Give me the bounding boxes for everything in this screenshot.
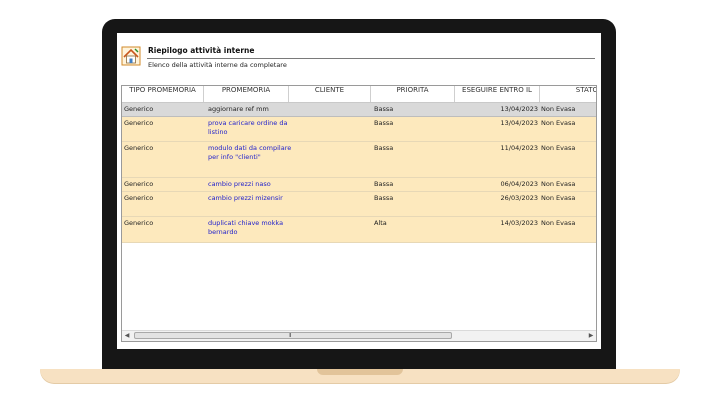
cell-tipo: Generico: [124, 180, 154, 188]
cell-eseguire-entro: 13/04/2023: [500, 105, 538, 113]
cell-stato: Non Evasa: [541, 180, 576, 188]
cell-promemoria: modulo dati da compilare per info "clien…: [208, 144, 292, 161]
cell-tipo: Generico: [124, 219, 154, 227]
cell-tipo: Generico: [124, 119, 154, 127]
cell-stato: Non Evasa: [541, 119, 576, 127]
cell-priorita: Bassa: [374, 194, 394, 202]
table-row[interactable]: Generico cambio prezzi naso Bassa 06/04/…: [122, 178, 596, 192]
horizontal-scrollbar[interactable]: ◀ III ▶: [122, 330, 596, 341]
reminders-table: TIPO PROMEMORIA PROMEMORIA CLIENTE PRIOR…: [121, 85, 597, 342]
cell-stato: Non Evasa: [541, 219, 576, 227]
cell-tipo: Generico: [124, 105, 154, 113]
cell-promemoria: aggiornare ref mm: [208, 105, 269, 113]
title-divider: [147, 58, 595, 59]
laptop-notch: [317, 369, 403, 375]
column-header-stato[interactable]: STATO: [540, 86, 596, 102]
table-row[interactable]: Generico cambio prezzi mizensir Bassa 26…: [122, 192, 596, 217]
cell-tipo: Generico: [124, 194, 154, 202]
cell-promemoria: cambio prezzi naso: [208, 180, 271, 188]
cell-promemoria: prova caricare ordine da listino: [208, 119, 288, 136]
column-header-eseguire-entro[interactable]: ESEGUIRE ENTRO IL: [455, 86, 540, 102]
column-header-tipo[interactable]: TIPO PROMEMORIA: [122, 86, 204, 102]
table-row[interactable]: Generico prova caricare ordine da listin…: [122, 117, 596, 142]
page-subtitle: Elenco della attività interne da complet…: [148, 61, 287, 69]
table-header: TIPO PROMEMORIA PROMEMORIA CLIENTE PRIOR…: [122, 86, 596, 103]
cell-eseguire-entro: 11/04/2023: [500, 144, 538, 152]
cell-priorita: Bassa: [374, 105, 394, 113]
cell-priorita: Bassa: [374, 180, 394, 188]
cell-priorita: Bassa: [374, 144, 394, 152]
scroll-grip-icon: III: [289, 333, 292, 339]
scroll-left-icon[interactable]: ◀: [122, 331, 132, 341]
cell-stato: Non Evasa: [541, 194, 576, 202]
scroll-thumb[interactable]: III: [134, 332, 452, 339]
cell-priorita: Alta: [374, 219, 387, 227]
reminder-house-icon: [121, 46, 141, 66]
cell-priorita: Bassa: [374, 119, 394, 127]
cell-eseguire-entro: 26/03/2023: [500, 194, 538, 202]
panel-header: Riepilogo attività interne Elenco della …: [117, 33, 601, 77]
table-row[interactable]: Generico modulo dati da compilare per in…: [122, 142, 596, 178]
table-row[interactable]: Generico duplicati chiave mokka bernardo…: [122, 217, 596, 243]
cell-tipo: Generico: [124, 144, 154, 152]
cell-promemoria: cambio prezzi mizensir: [208, 194, 283, 202]
cell-eseguire-entro: 13/04/2023: [500, 119, 538, 127]
cell-stato: Non Evasa: [541, 144, 576, 152]
column-header-priorita[interactable]: PRIORITA: [371, 86, 455, 102]
scroll-right-icon[interactable]: ▶: [586, 331, 596, 341]
cell-eseguire-entro: 14/03/2023: [500, 219, 538, 227]
cell-stato: Non Evasa: [541, 105, 576, 113]
table-row[interactable]: Generico aggiornare ref mm Bassa 13/04/2…: [122, 103, 596, 117]
cell-promemoria: duplicati chiave mokka bernardo: [208, 219, 284, 236]
cell-eseguire-entro: 06/04/2023: [500, 180, 538, 188]
page-title: Riepilogo attività interne: [148, 46, 255, 55]
app-screen: Riepilogo attività interne Elenco della …: [117, 33, 601, 349]
column-header-promemoria[interactable]: PROMEMORIA: [204, 86, 289, 102]
column-header-cliente[interactable]: CLIENTE: [289, 86, 371, 102]
